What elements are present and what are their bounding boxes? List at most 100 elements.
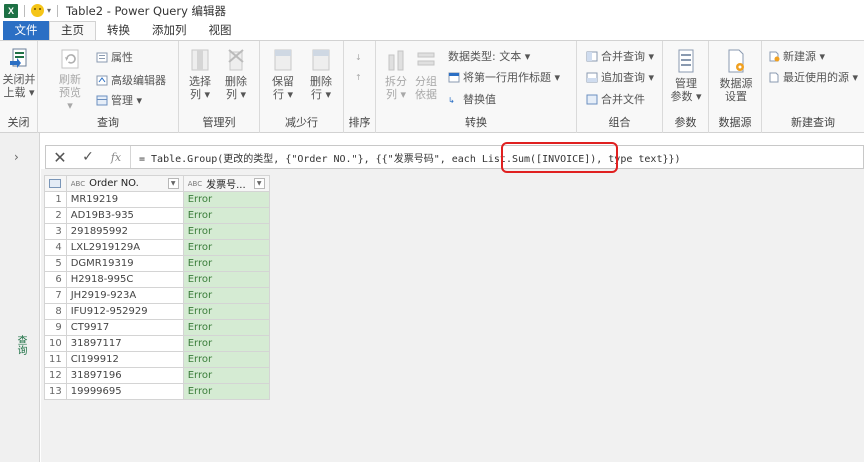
column-header-invoice-no[interactable]: ABC 发票号... ▼ (182, 175, 270, 192)
recent-sources-icon (769, 72, 779, 82)
cell-order-no[interactable]: DGMR19319 (65, 255, 184, 272)
sort-ascending-icon[interactable]: ↓ (355, 51, 366, 63)
choose-columns-icon (191, 49, 209, 71)
cell-order-no[interactable]: 31897117 (65, 335, 184, 352)
cell-order-no[interactable]: MR19219 (65, 191, 184, 208)
merge-queries-button[interactable]: 合并查询 ▾ (586, 48, 654, 64)
cancel-formula-icon[interactable]: ✕ (46, 148, 74, 167)
cell-order-no[interactable]: H2918-995C (65, 271, 184, 288)
svg-text:↑: ↑ (355, 73, 362, 82)
tab-file[interactable]: 文件 (3, 21, 49, 40)
split-column-button[interactable]: 拆分 列 ▾ (382, 47, 410, 101)
cell-order-no[interactable]: IFU912-952929 (65, 303, 184, 320)
filter-dropdown-icon[interactable]: ▼ (253, 178, 265, 189)
table-row[interactable]: 12 31897196 Error (44, 367, 270, 384)
table-row[interactable]: 5 DGMR19319 Error (44, 255, 270, 272)
quick-access-dropdown-icon[interactable]: ▾ (47, 6, 51, 15)
refresh-preview-button[interactable]: 刷新 预览 ▾ (55, 47, 85, 112)
remove-columns-button[interactable]: 删除 列 ▾ (221, 47, 251, 101)
data-type-dropdown[interactable]: 数据类型: 文本 ▾ (448, 48, 530, 64)
cell-order-no[interactable]: 19999695 (65, 383, 184, 400)
cell-order-no[interactable]: 31897196 (65, 367, 184, 384)
fx-icon[interactable]: fx (102, 151, 130, 164)
group-by-button[interactable]: 分组 依据 (412, 47, 440, 101)
row-number: 10 (44, 335, 67, 352)
table-corner-menu[interactable] (44, 175, 67, 192)
table-row[interactable]: 6 H2918-995C Error (44, 271, 270, 288)
column-header-order-no[interactable]: ABC Order NO. ▼ (65, 175, 184, 192)
table-row[interactable]: 2 AD19B3-935 Error (44, 207, 270, 224)
split-column-label-1: 拆分 (385, 75, 407, 88)
sort-descending-icon[interactable]: ↑ (355, 71, 366, 83)
split-column-label-2: 列 ▾ (385, 88, 407, 101)
filter-dropdown-icon[interactable]: ▼ (167, 178, 179, 189)
tab-add-column[interactable]: 添加列 (141, 21, 198, 40)
text-type-icon[interactable]: ABC (188, 180, 202, 188)
queries-pane-label[interactable]: 查询 (14, 335, 26, 355)
table-row[interactable]: 8 IFU912-952929 Error (44, 303, 270, 320)
append-queries-label: 追加查询 ▾ (601, 71, 655, 84)
data-source-settings-button[interactable]: 数据源 设置 (717, 47, 755, 103)
remove-rows-button[interactable]: 删除 行 ▾ (306, 47, 336, 101)
cell-order-no[interactable]: LXL2919129A (65, 239, 184, 256)
text-type-icon[interactable]: ABC (71, 180, 85, 188)
table-row[interactable]: 3 291895992 Error (44, 223, 270, 240)
choose-columns-button[interactable]: 选择 列 ▾ (185, 47, 215, 101)
window-title: Table2 - Power Query 编辑器 (66, 3, 227, 18)
table-row[interactable]: 9 CT9917 Error (44, 319, 270, 336)
cell-invoice-error[interactable]: Error (182, 271, 270, 288)
cell-invoice-error[interactable]: Error (182, 335, 270, 352)
cell-order-no[interactable]: 291895992 (65, 223, 184, 240)
cell-invoice-error[interactable]: Error (182, 255, 270, 272)
cell-invoice-error[interactable]: Error (182, 367, 270, 384)
group-label-close: 关闭 (7, 116, 30, 129)
table-row[interactable]: 7 JH2919-923A Error (44, 287, 270, 304)
svg-text:↓: ↓ (355, 53, 362, 62)
cell-invoice-error[interactable]: Error (182, 223, 270, 240)
use-first-row-as-headers-button[interactable]: 将第一行用作标题 ▾ (448, 69, 560, 85)
close-and-load-button[interactable]: 关闭并 上载 ▾ (2, 47, 36, 99)
manage-parameters-label-1: 管理 (675, 77, 697, 90)
combine-files-button[interactable]: 合并文件 (586, 91, 645, 107)
group-label-new-query: 新建查询 (791, 116, 835, 129)
ribbon-tab-row: 文件 主页 转换 添加列 视图 (0, 21, 864, 40)
cell-order-no[interactable]: CI199912 (65, 351, 184, 368)
refresh-icon (61, 49, 79, 69)
tab-home[interactable]: 主页 (49, 21, 96, 40)
tab-view[interactable]: 视图 (198, 21, 243, 40)
table-row[interactable]: 10 31897117 Error (44, 335, 270, 352)
table-row[interactable]: 1 MR19219 Error (44, 191, 270, 208)
table-row[interactable]: 11 CI199912 Error (44, 351, 270, 368)
cell-order-no[interactable]: CT9917 (65, 319, 184, 336)
properties-label: 属性 (111, 51, 133, 64)
cell-invoice-error[interactable]: Error (182, 351, 270, 368)
expand-queries-pane-icon[interactable]: › (14, 150, 19, 164)
cell-invoice-error[interactable]: Error (182, 207, 270, 224)
cell-invoice-error[interactable]: Error (182, 239, 270, 256)
cell-invoice-error[interactable]: Error (182, 383, 270, 400)
append-queries-button[interactable]: 追加查询 ▾ (586, 69, 654, 85)
properties-button[interactable]: 属性 (96, 49, 133, 65)
cell-invoice-error[interactable]: Error (182, 191, 270, 208)
manage-parameters-button[interactable]: 管理 参数 ▾ (670, 47, 702, 103)
group-query: 刷新 预览 ▾ 属性 高级编辑器 管理 ▾ 查询 (38, 41, 179, 133)
cell-invoice-error[interactable]: Error (182, 319, 270, 336)
table-row[interactable]: 4 LXL2919129A Error (44, 239, 270, 256)
table-row[interactable]: 13 19999695 Error (44, 383, 270, 400)
cell-invoice-error[interactable]: Error (182, 303, 270, 320)
cell-order-no[interactable]: AD19B3-935 (65, 207, 184, 224)
commit-formula-icon[interactable]: ✓ (74, 149, 102, 165)
cell-order-no[interactable]: JH2919-923A (65, 287, 184, 304)
data-type-label: 数据类型: 文本 ▾ (448, 50, 531, 63)
keep-rows-button[interactable]: 保留 行 ▾ (268, 47, 298, 101)
smiley-feedback-icon[interactable] (31, 4, 44, 17)
new-source-button[interactable]: 新建源 ▾ (768, 48, 825, 64)
advanced-editor-button[interactable]: 高级编辑器 (96, 72, 166, 88)
tab-transform[interactable]: 转换 (96, 21, 141, 40)
append-queries-icon (586, 72, 598, 82)
cell-invoice-error[interactable]: Error (182, 287, 270, 304)
recent-sources-button[interactable]: 最近使用的源 ▾ (768, 69, 858, 85)
manage-query-button[interactable]: 管理 ▾ (96, 92, 142, 108)
merge-queries-label: 合并查询 ▾ (601, 50, 655, 63)
replace-values-button[interactable]: ↳ 替换值 (448, 91, 496, 107)
